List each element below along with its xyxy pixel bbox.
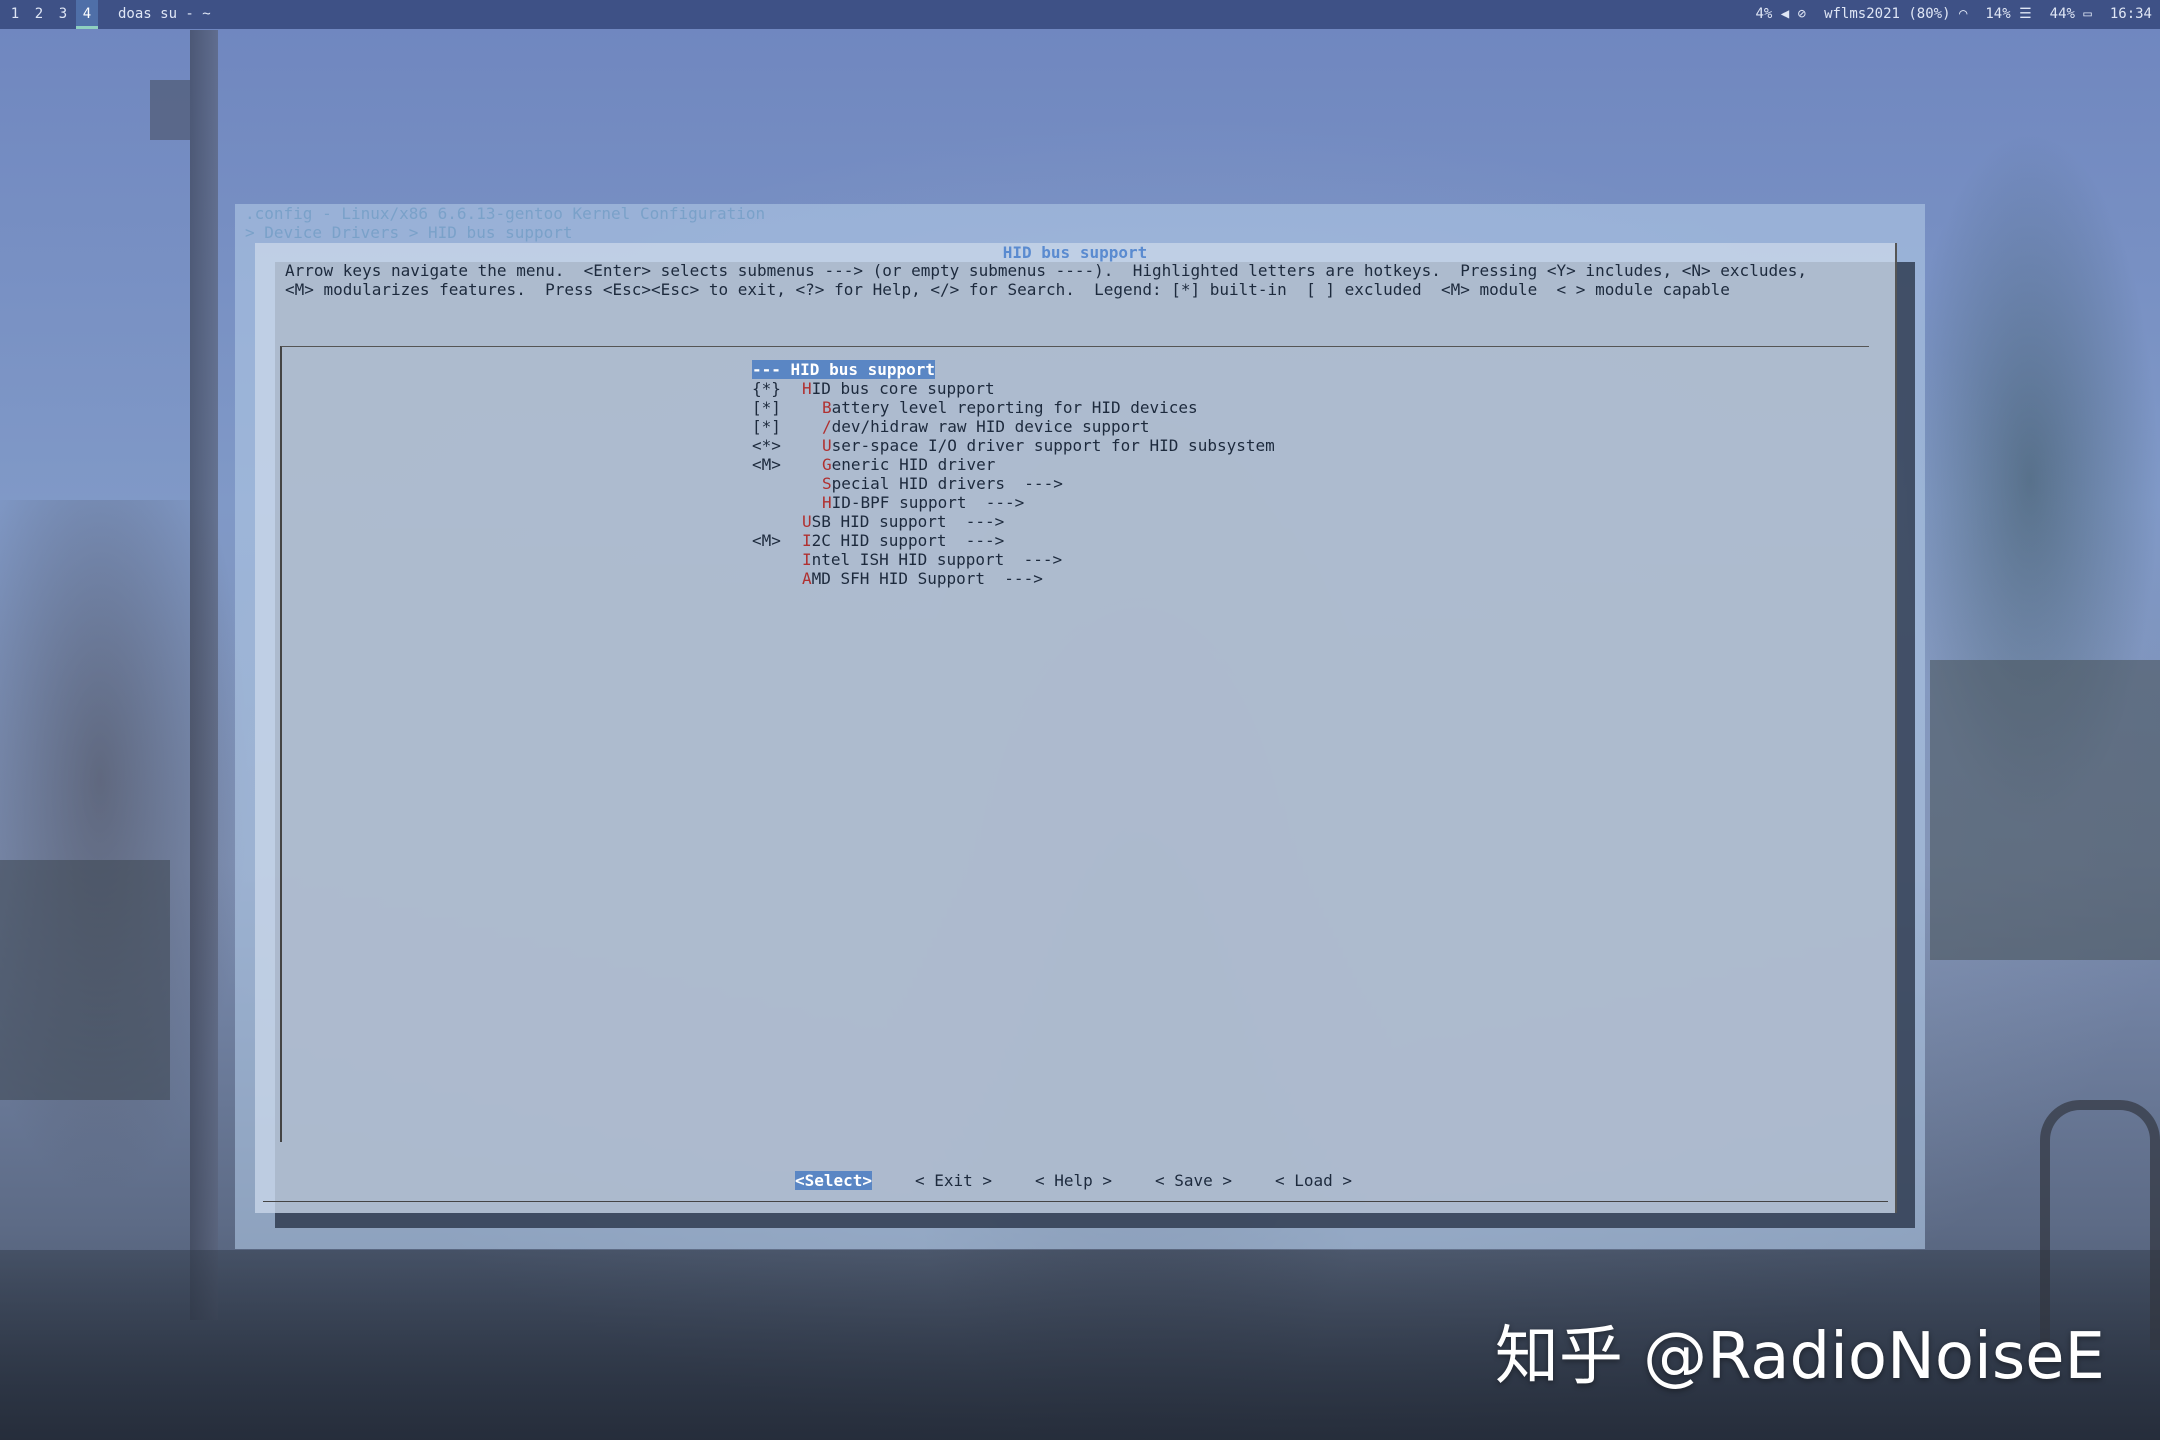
- network-value: wflms2021 (80%): [1824, 6, 1951, 22]
- menu-item[interactable]: --- HID bus support: [282, 360, 1869, 379]
- workspace-1[interactable]: 1: [4, 0, 26, 29]
- menu-item-text: 2C HID support --->: [811, 531, 1005, 550]
- volume-value: 4%: [1755, 6, 1773, 22]
- workspace-3[interactable]: 3: [52, 0, 74, 29]
- top-bar: 1 2 3 4 doas su - ~ 4% ◀ ⊘ wflms2021 (80…: [0, 0, 2160, 29]
- network-status[interactable]: wflms2021 (80%) ◠: [1824, 0, 1967, 29]
- breadcrumb: > Device Drivers > HID bus support: [245, 223, 573, 242]
- load-button[interactable]: < Load >: [1275, 1171, 1352, 1190]
- hotkey-letter: H: [822, 493, 832, 512]
- hotkey-letter: /: [822, 417, 832, 436]
- mic-muted-icon: ⊘: [1797, 6, 1807, 22]
- wallpaper-lamp: [150, 80, 190, 140]
- help-text-line-1: Arrow keys navigate the menu. <Enter> se…: [285, 261, 1807, 280]
- menu-item-state: [*]: [752, 398, 781, 417]
- select-button[interactable]: <Select>: [795, 1171, 873, 1190]
- config-header: .config - Linux/x86 6.6.13-gentoo Kernel…: [245, 204, 766, 223]
- menu-item[interactable]: <M> Generic HID driver: [282, 455, 1869, 474]
- menu-item-label: HID-BPF support --->: [822, 493, 1024, 512]
- menu-item-text: pecial HID drivers --->: [831, 474, 1063, 493]
- menu-item-state: {*}: [752, 379, 781, 398]
- hotkey-letter: U: [802, 512, 812, 531]
- hotkey-letter: A: [802, 569, 812, 588]
- menu-item-label: Battery level reporting for HID devices: [822, 398, 1198, 417]
- menu-item[interactable]: [*] /dev/hidraw raw HID device support: [282, 417, 1869, 436]
- window-title: doas su - ~: [118, 6, 211, 22]
- menu-item-label: User-space I/O driver support for HID su…: [822, 436, 1275, 455]
- menu-item-text: attery level reporting for HID devices: [831, 398, 1198, 417]
- menu-item-text: dev/hidraw raw HID device support: [831, 417, 1150, 436]
- menu-item-text: ntel ISH HID support --->: [811, 550, 1063, 569]
- battery-value: 44%: [2049, 6, 2075, 22]
- hotkey-letter: I: [802, 531, 812, 550]
- battery-status[interactable]: 44% ▭: [2050, 0, 2092, 29]
- hotkey-letter: U: [822, 436, 832, 455]
- watermark: 知乎 @RadioNoiseE: [1494, 1320, 2105, 1394]
- hotkey-letter: S: [822, 474, 832, 493]
- workspace-2[interactable]: 2: [28, 0, 50, 29]
- menu-item[interactable]: {*} HID bus core support: [282, 379, 1869, 398]
- menu-item-text: SB HID support --->: [811, 512, 1005, 531]
- menu-item-label: --- HID bus support: [752, 360, 936, 379]
- clock[interactable]: 16:34: [2110, 0, 2152, 29]
- battery-icon: ▭: [2083, 6, 2092, 22]
- menu-item[interactable]: HID-BPF support --->: [282, 493, 1869, 512]
- hotkey-letter: I: [802, 550, 812, 569]
- help-button[interactable]: < Help >: [1035, 1171, 1112, 1190]
- workspace-4[interactable]: 4: [76, 0, 98, 29]
- status-area: 4% ◀ ⊘ wflms2021 (80%) ◠ 14% ☰ 44% ▭ 16:…: [1755, 0, 2152, 29]
- menu-item-text: MD SFH HID Support --->: [811, 569, 1043, 588]
- wallpaper-building-right: [1930, 660, 2160, 960]
- speaker-icon: ◀: [1780, 6, 1790, 22]
- divider: [263, 1201, 1888, 1202]
- cpu-status[interactable]: 14% ☰: [1985, 0, 2031, 29]
- exit-button[interactable]: < Exit >: [915, 1171, 992, 1190]
- menu-item[interactable]: Intel ISH HID support --->: [282, 550, 1869, 569]
- menu-item-label: HID bus core support: [802, 379, 995, 398]
- menu-item-text: --- HID bus support: [752, 360, 936, 379]
- menu-item-state: <M>: [752, 455, 781, 474]
- wifi-icon: ◠: [1958, 6, 1968, 22]
- menu-item-label: AMD SFH HID Support --->: [802, 569, 1043, 588]
- menu-item-label: I2C HID support --->: [802, 531, 1004, 550]
- menu-item-text: ser-space I/O driver support for HID sub…: [831, 436, 1275, 455]
- hotkey-letter: H: [802, 379, 812, 398]
- menu-item-label: /dev/hidraw raw HID device support: [822, 417, 1150, 436]
- menu-item-label: Intel ISH HID support --->: [802, 550, 1062, 569]
- cpu-value: 14%: [1985, 6, 2011, 22]
- menu-item-state: [*]: [752, 417, 781, 436]
- menu-item[interactable]: AMD SFH HID Support --->: [282, 569, 1869, 588]
- hotkey-letter: B: [822, 398, 832, 417]
- menu-list: --- HID bus support {*} HID bus core suppo…: [280, 346, 1869, 1142]
- dialog-title: HID bus support: [1002, 243, 1148, 262]
- volume-status[interactable]: 4% ◀ ⊘: [1755, 0, 1806, 29]
- menu-item[interactable]: USB HID support --->: [282, 512, 1869, 531]
- save-button[interactable]: < Save >: [1155, 1171, 1232, 1190]
- menu-item-text: ID-BPF support --->: [831, 493, 1025, 512]
- menu-item-text: eneric HID driver: [831, 455, 996, 474]
- cpu-icon: ☰: [2019, 6, 2032, 22]
- menu-item-state: <M>: [752, 531, 781, 550]
- menuconfig-dialog: HID bus support Arrow keys navigate the …: [255, 243, 1897, 1213]
- hotkey-letter: G: [822, 455, 832, 474]
- menu-item-text: ID bus core support: [811, 379, 995, 398]
- menu-item[interactable]: Special HID drivers --->: [282, 474, 1869, 493]
- menu-item[interactable]: <M> I2C HID support --->: [282, 531, 1869, 550]
- menu-item-state: <*>: [752, 436, 781, 455]
- menu-item-label: Special HID drivers --->: [822, 474, 1063, 493]
- menu-item[interactable]: <*> User-space I/O driver support for HID…: [282, 436, 1869, 455]
- wallpaper-building-left: [0, 860, 170, 1100]
- help-text-line-2: <M> modularizes features. Press <Esc><Es…: [285, 280, 1730, 299]
- menu-item-label: Generic HID driver: [822, 455, 995, 474]
- menu-item[interactable]: [*] Battery level reporting for HID devic…: [282, 398, 1869, 417]
- menu-item-label: USB HID support --->: [802, 512, 1004, 531]
